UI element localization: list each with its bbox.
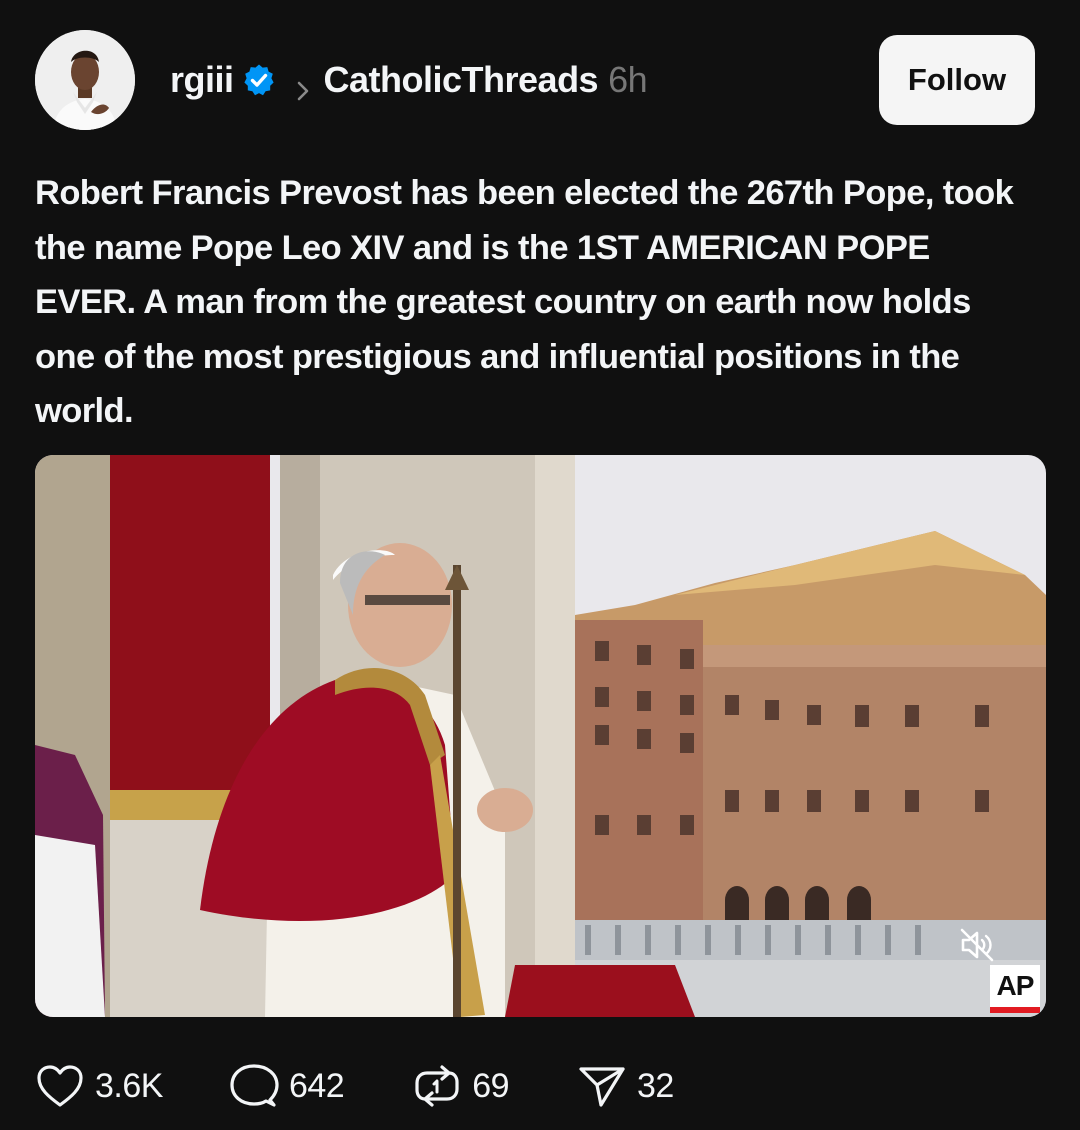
video-frame xyxy=(35,455,1046,1017)
action-bar: 3.6K 642 69 32 xyxy=(35,1060,674,1112)
verified-badge-icon xyxy=(242,63,276,97)
like-count: 3.6K xyxy=(95,1066,163,1105)
repost-icon xyxy=(412,1063,462,1109)
like-button[interactable]: 3.6K xyxy=(35,1063,163,1109)
ap-watermark: AP xyxy=(990,965,1040,1013)
heart-icon xyxy=(35,1063,85,1109)
speech-bubble-icon xyxy=(229,1062,279,1110)
share-count: 32 xyxy=(637,1066,674,1105)
post-timestamp[interactable]: 6h xyxy=(608,59,648,101)
chevron-right-icon xyxy=(292,69,314,101)
share-button[interactable]: 32 xyxy=(577,1063,674,1109)
threads-post: rgiii CatholicThreads 6h Follow Robert F… xyxy=(0,0,1080,1130)
post-text: Robert Francis Prevost has been elected … xyxy=(35,174,1014,430)
community-link[interactable]: CatholicThreads xyxy=(324,59,599,101)
post-header: rgiii CatholicThreads 6h xyxy=(170,56,648,104)
post-video[interactable]: AP xyxy=(35,455,1046,1017)
follow-button[interactable]: Follow xyxy=(879,35,1035,125)
speaker-muted-icon[interactable] xyxy=(957,925,997,965)
reply-button[interactable]: 642 xyxy=(229,1062,345,1110)
reply-count: 642 xyxy=(288,1066,345,1105)
avatar[interactable] xyxy=(35,30,135,130)
username-link[interactable]: rgiii xyxy=(170,59,234,101)
send-icon xyxy=(577,1063,627,1109)
repost-count: 69 xyxy=(472,1066,510,1105)
avatar-image xyxy=(35,30,135,130)
repost-button[interactable]: 69 xyxy=(412,1063,510,1109)
